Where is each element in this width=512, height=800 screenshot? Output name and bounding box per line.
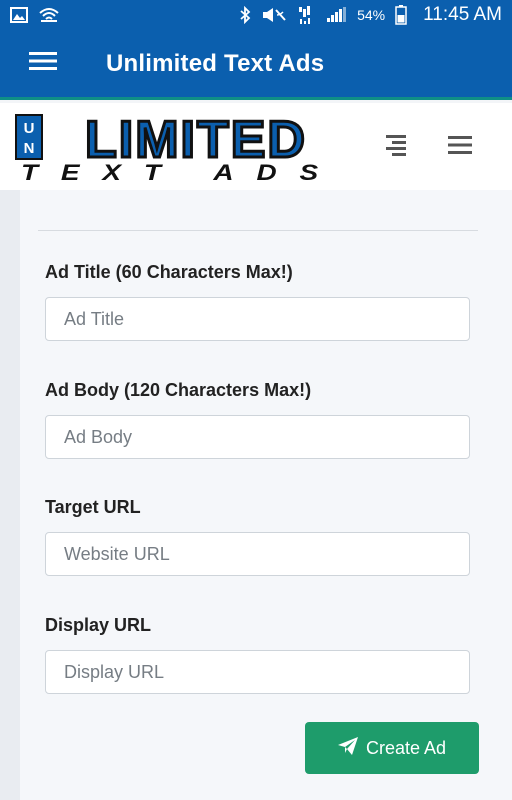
ad-body-input[interactable] [45,415,470,459]
create-ad-button[interactable]: Create Ad [305,722,479,774]
hamburger-icon [448,135,472,160]
status-right-icons: 54% 11:45 AM [239,4,502,26]
site-header: U N LIMITED TEXT ADS [0,103,512,190]
site-logo[interactable]: U N LIMITED TEXT ADS [14,110,348,185]
ad-body-label: Ad Body (120 Characters Max!) [45,380,312,400]
form-divider [38,230,478,231]
ad-title-input[interactable] [45,297,470,341]
bluetooth-icon [239,6,251,24]
app-title: Unlimited Text Ads [106,49,325,77]
gallery-icon [10,7,28,23]
app-menu-button[interactable] [0,29,86,99]
sidebar-gutter [0,190,20,800]
svg-text:U: U [24,120,35,137]
paper-plane-icon [337,736,358,760]
display-url-input[interactable] [45,650,470,694]
create-ad-label: Create Ad [365,737,447,758]
mute-icon [261,7,287,23]
status-left-icons [10,7,60,23]
display-url-label: Display URL [45,615,152,635]
align-right-button[interactable] [376,129,416,165]
hotspot-icon [38,7,60,23]
battery-icon [395,5,407,25]
clock-time: 11:45 AM [423,4,502,25]
lte-icon [297,5,315,25]
svg-text:TEXT ADS: TEXT ADS [21,160,341,183]
ad-title-label: Ad Title (60 Characters Max!) [45,262,293,282]
battery-percent: 54% [357,7,386,23]
create-ad-form: Ad Title (60 Characters Max!) Ad Body (1… [20,190,512,800]
app-bar: Unlimited Text Ads [0,30,512,100]
hamburger-icon [29,51,57,76]
site-menu-button[interactable] [440,129,480,165]
status-bar: 54% 11:45 AM [0,0,512,30]
svg-text:N: N [24,140,35,157]
target-url-label: Target URL [45,497,141,517]
main-content: Ad Title (60 Characters Max!) Ad Body (1… [0,190,512,800]
target-url-input[interactable] [45,532,470,576]
signal-icon [325,7,347,23]
align-right-icon [384,134,408,161]
